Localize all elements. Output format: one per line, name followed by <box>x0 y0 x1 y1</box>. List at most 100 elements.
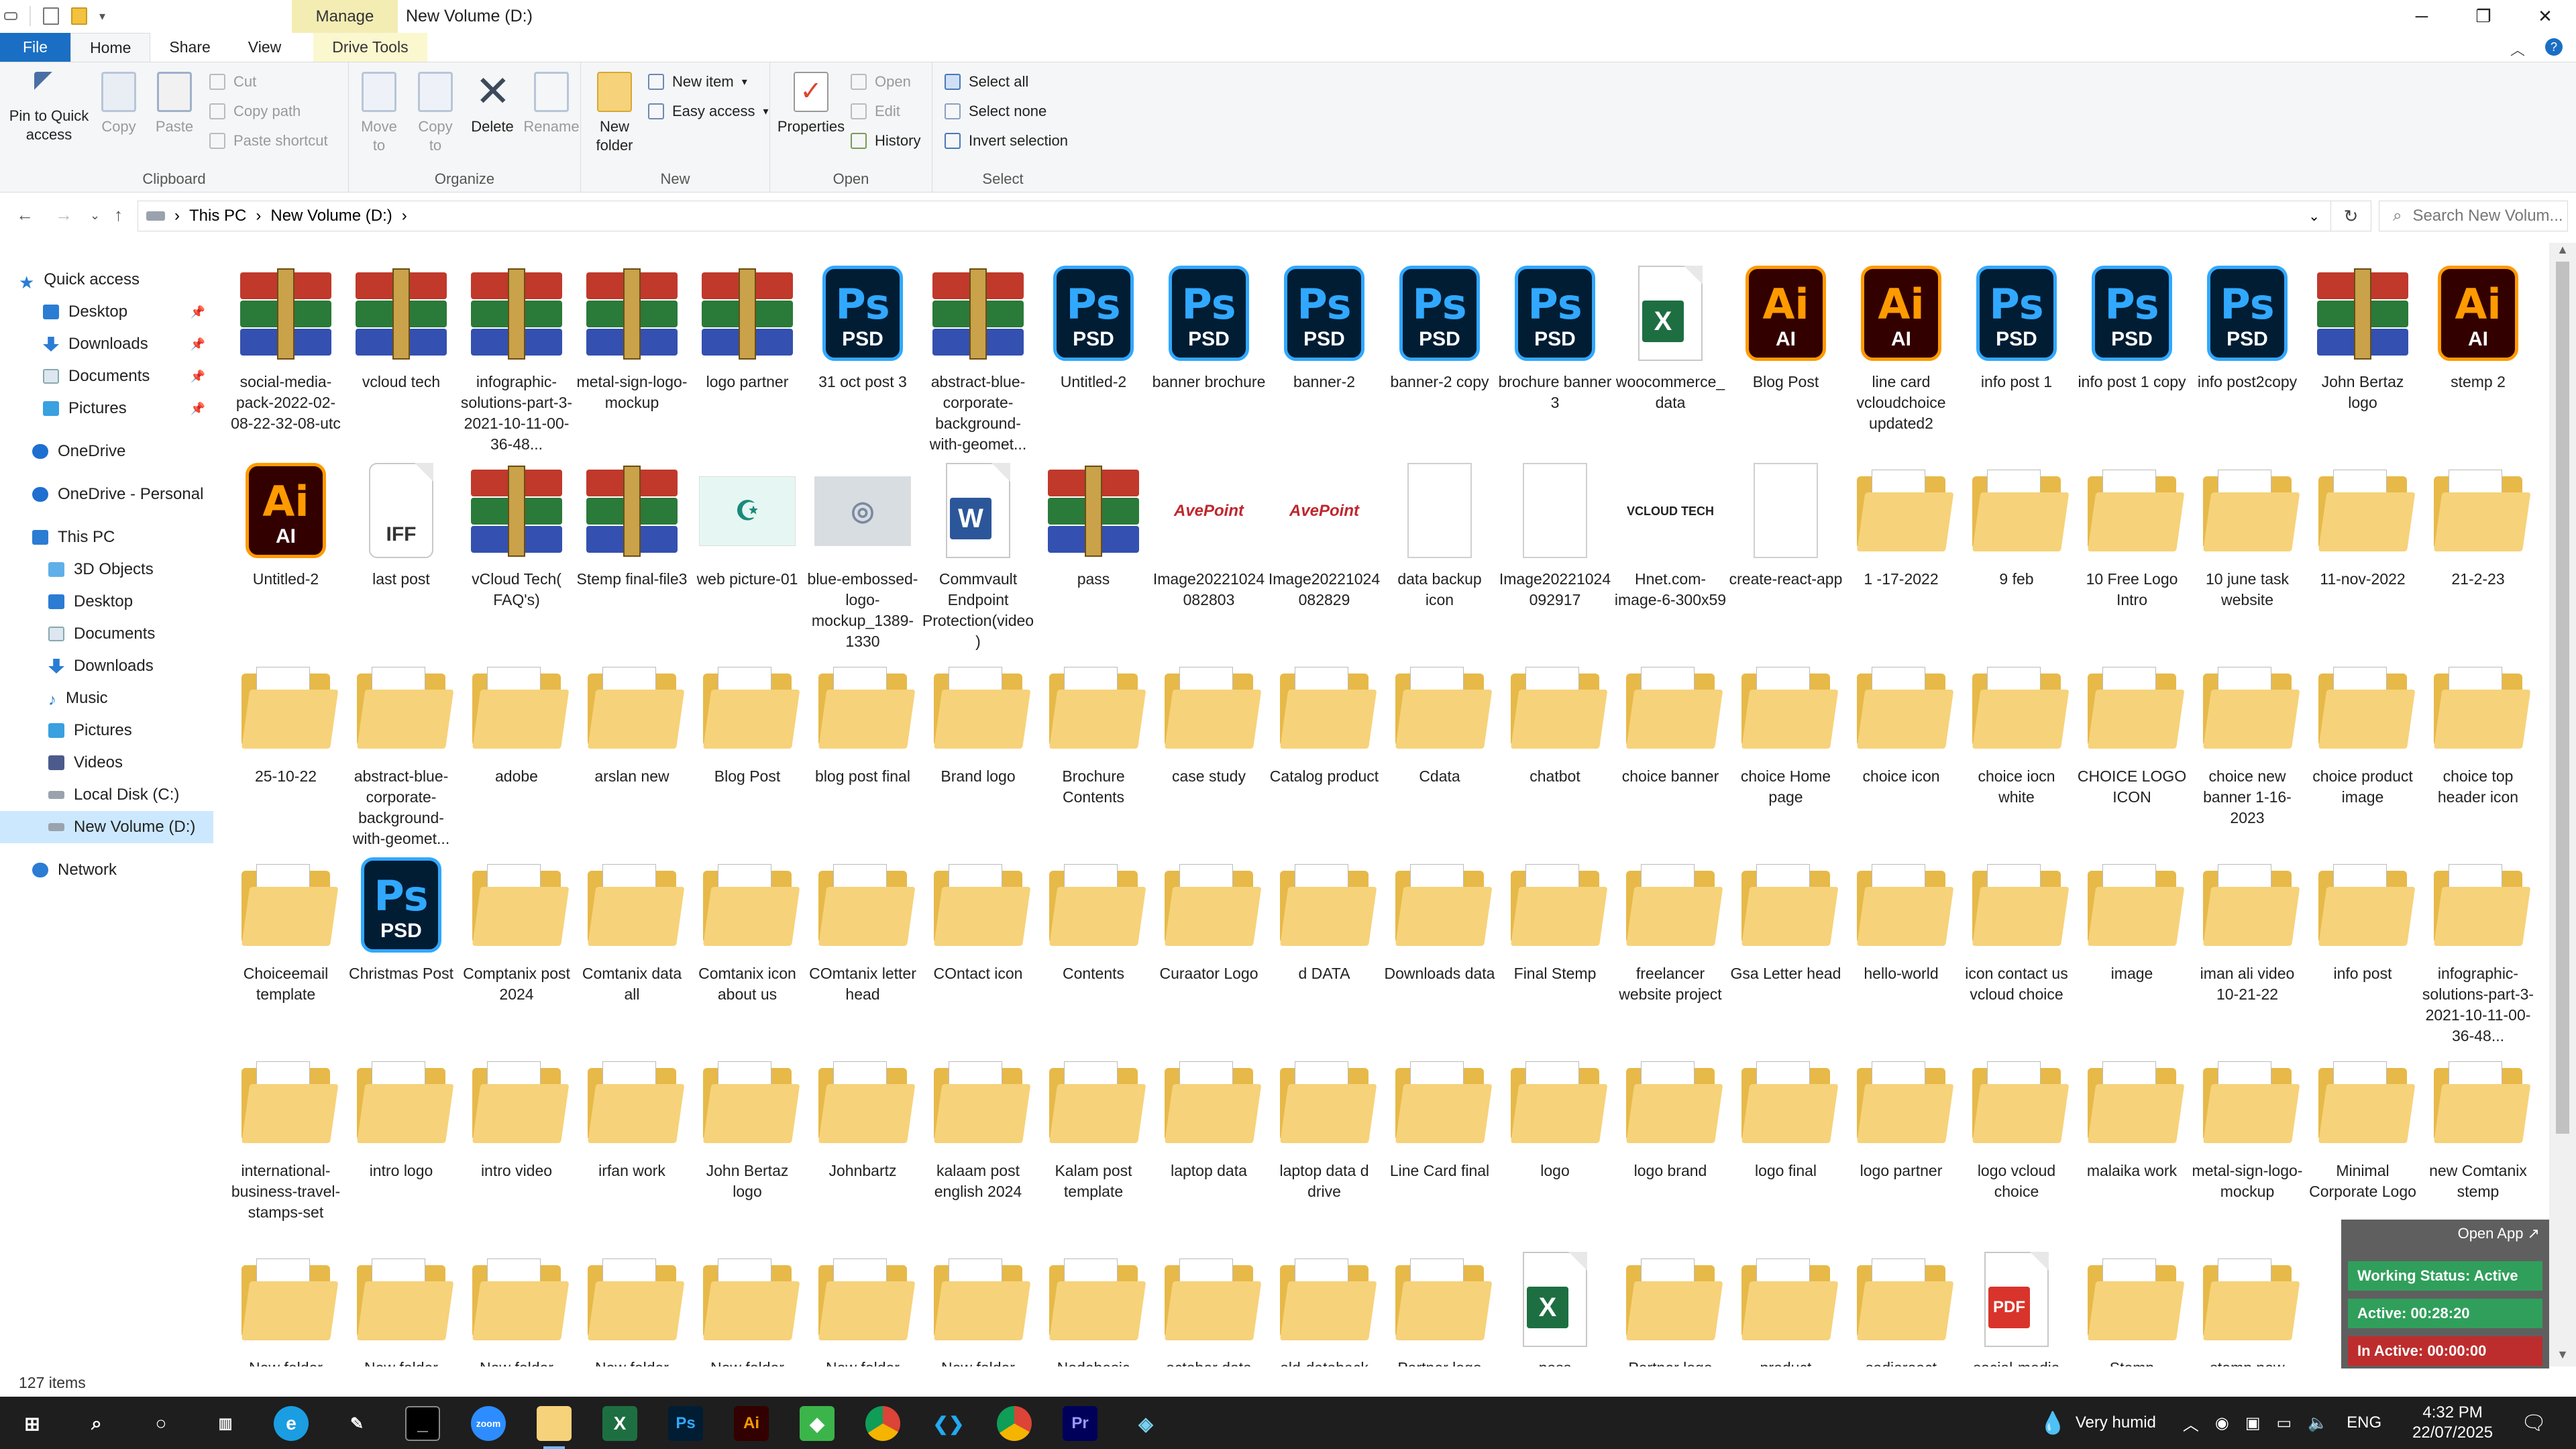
nav-videos[interactable]: Videos <box>0 747 213 779</box>
scroll-down-icon[interactable]: ▼ <box>2549 1348 2576 1366</box>
file-item[interactable]: 25-10-22 <box>228 644 343 839</box>
search-input[interactable]: ⌕ Search New Volum... <box>2379 201 2568 231</box>
file-item[interactable]: Line Card final <box>1382 1038 1497 1233</box>
file-item[interactable]: freelancer website project <box>1613 841 1728 1036</box>
file-item[interactable]: chatbot <box>1497 644 1613 839</box>
history-button[interactable]: History <box>851 132 920 150</box>
file-item[interactable]: Ps PSD banner-2 <box>1267 250 1382 444</box>
file-item[interactable]: Xwoocommerce_data <box>1613 250 1728 444</box>
file-item[interactable]: choice product image <box>2305 644 2420 839</box>
file-item[interactable]: logo <box>1497 1038 1613 1233</box>
cortana-icon[interactable]: ○ <box>144 1406 178 1441</box>
file-item[interactable]: Ps PSD brochure banner 3 <box>1497 250 1613 444</box>
green-app-icon[interactable]: ◆ <box>800 1406 835 1441</box>
paste-button[interactable]: Paste <box>149 72 200 136</box>
nav-network[interactable]: Network <box>0 854 213 886</box>
file-item[interactable]: Johnbartz <box>805 1038 920 1233</box>
file-item[interactable]: logo final <box>1728 1038 1843 1233</box>
file-item[interactable]: Catalog product <box>1267 644 1382 839</box>
file-item[interactable]: Cdata <box>1382 644 1497 839</box>
file-item[interactable]: logo partner <box>690 250 805 444</box>
clock[interactable]: 4:32 PM 22/07/2025 <box>2412 1397 2493 1449</box>
file-item[interactable]: CHOICE LOGO ICON <box>2074 644 2190 839</box>
language-indicator[interactable]: ENG <box>2347 1413 2381 1432</box>
properties-button[interactable]: ✓ Properties <box>774 72 848 136</box>
file-item[interactable]: 11-nov-2022 <box>2305 447 2420 641</box>
nav-qa-pictures[interactable]: Pictures 📌 <box>0 392 213 425</box>
address-dropdown-icon[interactable]: ⌄ <box>2308 208 2320 225</box>
file-item[interactable]: Image20221024092917 <box>1497 447 1613 641</box>
zoom-icon[interactable]: zoom <box>471 1406 506 1441</box>
file-item[interactable]: Ps PSD Untitled-2 <box>1036 250 1151 444</box>
scroll-up-icon[interactable]: ▲ <box>2549 243 2576 262</box>
file-item[interactable]: abstract-blue-corporate-background-with-… <box>343 644 459 847</box>
edge-icon[interactable]: e <box>274 1406 309 1441</box>
nav-qa-documents[interactable]: Documents 📌 <box>0 360 213 392</box>
file-item[interactable]: laptop data <box>1151 1038 1267 1233</box>
nav-this-pc[interactable]: This PC <box>0 521 213 553</box>
file-item[interactable]: iman ali video 10-21-22 <box>2190 841 2305 1036</box>
scrollbar-thumb[interactable] <box>2556 262 2569 1134</box>
file-item[interactable]: create-react-app <box>1728 447 1843 641</box>
new-folder-icon[interactable] <box>71 7 87 25</box>
file-item[interactable]: intro logo <box>343 1038 459 1233</box>
back-button[interactable]: ← <box>16 205 34 225</box>
file-item[interactable]: laptop data d drive <box>1267 1038 1382 1233</box>
file-item[interactable]: Pertner logo <box>1613 1236 1728 1366</box>
file-item[interactable]: arslan new <box>574 644 690 839</box>
up-button[interactable]: ↑ <box>114 205 123 225</box>
file-item[interactable]: metal-sign-logo-mockup <box>574 250 690 444</box>
copy-path-button[interactable]: Copy path <box>209 103 301 120</box>
restore-button[interactable]: ❐ <box>2453 0 2514 33</box>
terminal-icon[interactable]: _ <box>405 1406 440 1441</box>
file-item[interactable]: W Commvault Endpoint Protection(video) <box>920 447 1036 650</box>
chrome-profile-icon[interactable] <box>997 1406 1032 1441</box>
file-item[interactable]: logo partner <box>1843 1038 1959 1233</box>
file-item[interactable]: 10 june task website <box>2190 447 2305 641</box>
address-bar[interactable]: › This PC › New Volume (D:) › ⌄ <box>138 201 2331 231</box>
tab-drive-tools[interactable]: Drive Tools <box>313 33 427 62</box>
excel-icon[interactable]: X <box>602 1406 637 1441</box>
move-to-button[interactable]: Move to <box>354 72 404 155</box>
file-item[interactable]: AvePoint Image20221024082803 <box>1151 447 1267 641</box>
file-item[interactable]: Ps PSD info post 1 <box>1959 250 2074 444</box>
refresh-button[interactable]: ↻ <box>2331 201 2371 231</box>
rename-button[interactable]: Rename <box>523 72 580 136</box>
file-item[interactable]: Stemp <box>2074 1236 2190 1366</box>
file-item[interactable]: product <box>1728 1236 1843 1366</box>
nav-new-volume-d[interactable]: New Volume (D:) <box>0 811 213 843</box>
file-item[interactable]: 9 feb <box>1959 447 2074 641</box>
chrome-icon[interactable] <box>865 1406 900 1441</box>
file-item[interactable]: Ai AI Untitled-2 <box>228 447 343 641</box>
tray-app-icon[interactable]: ▣ <box>2245 1413 2261 1433</box>
tray-app-icon[interactable]: ◉ <box>2215 1413 2229 1433</box>
nav-qa-desktop[interactable]: Desktop 📌 <box>0 296 213 328</box>
file-item[interactable]: Curaator Logo <box>1151 841 1267 1036</box>
file-item[interactable]: Partner logo <box>1382 1236 1497 1366</box>
nav-quick-access[interactable]: ★ Quick access <box>0 264 213 296</box>
file-item[interactable]: 21-2-23 <box>2420 447 2536 641</box>
file-item[interactable]: stemp new <box>2190 1236 2305 1366</box>
file-item[interactable]: New folder <box>574 1236 690 1366</box>
file-item[interactable]: hello-world <box>1843 841 1959 1036</box>
file-item[interactable]: choice banner <box>1613 644 1728 839</box>
file-item[interactable]: info post <box>2305 841 2420 1036</box>
open-app-button[interactable]: Open App ↗ <box>2458 1225 2540 1242</box>
file-item[interactable]: Nodebasic <box>1036 1236 1151 1366</box>
file-item[interactable]: Kalam post template <box>1036 1038 1151 1233</box>
nav-onedrive-personal[interactable]: OneDrive - Personal <box>0 478 213 511</box>
app-icon[interactable]: ◈ <box>1128 1406 1163 1441</box>
file-item[interactable]: vCloud Tech( FAQ's) <box>459 447 574 641</box>
file-item[interactable]: choice iocn white <box>1959 644 2074 839</box>
customize-toolbar-icon[interactable]: ▾ <box>99 9 105 23</box>
file-item[interactable]: AvePoint Image20221024082829 <box>1267 447 1382 641</box>
file-item[interactable]: kalaam post english 2024 <box>920 1038 1036 1233</box>
file-item[interactable]: icon contact us vcloud choice <box>1959 841 2074 1036</box>
file-item[interactable]: Ps PSD banner-2 copy <box>1382 250 1497 444</box>
file-item[interactable]: Brochure Contents <box>1036 644 1151 839</box>
file-item[interactable]: Stemp final-file3 <box>574 447 690 641</box>
photoshop-icon[interactable]: Ps <box>668 1406 703 1441</box>
recent-locations-icon[interactable]: ⌄ <box>90 209 100 223</box>
file-item[interactable]: social-media-pack-2022-02-08-22-32-08-ut… <box>228 250 343 444</box>
select-none-button[interactable]: Select none <box>945 103 1046 120</box>
